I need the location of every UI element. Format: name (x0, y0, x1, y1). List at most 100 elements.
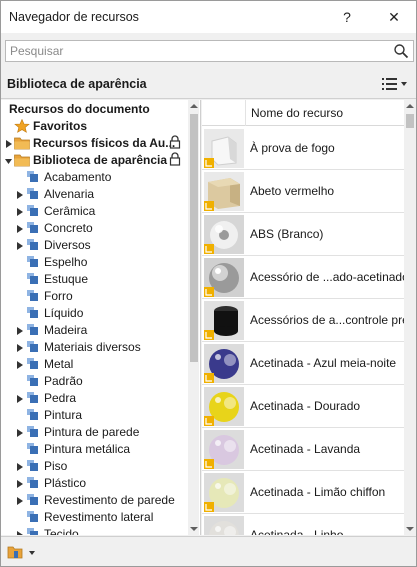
fireproof-thumbnail-icon (204, 129, 244, 168)
tree-item-label: Tecido (44, 526, 79, 536)
tree-item[interactable]: Alvenaria (1, 185, 187, 202)
tree-item[interactable]: Recursos do documento (1, 100, 187, 117)
expand-arrow-icon[interactable] (16, 342, 24, 352)
tree-item[interactable]: Pintura metálica (1, 440, 187, 457)
tree-item[interactable]: Concreto (1, 219, 187, 236)
expand-arrow-icon[interactable] (16, 495, 24, 505)
tree-item-label: Diversos (44, 237, 91, 252)
tree-item[interactable]: Padrão (1, 372, 187, 389)
tree-item-label: Concreto (44, 220, 93, 235)
scroll-down-arrow[interactable] (404, 523, 416, 535)
expand-arrow-icon[interactable] (16, 478, 24, 488)
list-view-icon (382, 78, 397, 90)
white-torus-thumbnail-icon (204, 215, 244, 254)
tree-item[interactable]: Espelho (1, 253, 187, 270)
tree-item-label: Madeira (44, 322, 88, 337)
tree-item[interactable]: Diversos (1, 236, 187, 253)
resource-scrollbar[interactable] (404, 100, 416, 535)
resource-row[interactable]: Abeto vermelho (202, 170, 404, 213)
close-button[interactable]: ✕ (372, 1, 416, 33)
tree-item-label: Piso (44, 458, 68, 473)
category-icon (25, 340, 41, 354)
tree-item[interactable]: Estuque (1, 270, 187, 287)
tree-item[interactable]: Revestimento de parede (1, 491, 187, 508)
tree-item[interactable]: Cerâmica (1, 202, 187, 219)
tree-item-label: Espelho (44, 254, 88, 269)
category-icon (25, 187, 41, 201)
expand-arrow-icon[interactable] (16, 427, 24, 437)
resource-scroll-thumb[interactable] (406, 114, 414, 128)
library-options-button[interactable] (7, 544, 37, 560)
tree-item[interactable]: Pedra (1, 389, 187, 406)
resource-row[interactable]: Acessórios de a...controle preto (202, 299, 416, 342)
resource-row[interactable]: Acetinada - Dourado (202, 385, 404, 428)
resource-row[interactable]: Acetinada - Limão chiffon (202, 471, 404, 514)
view-options-button[interactable] (380, 76, 408, 92)
tree-item[interactable]: Pintura (1, 406, 187, 423)
expand-arrow-icon[interactable] (16, 223, 24, 233)
name-column-header[interactable]: Nome do recurso (251, 106, 343, 120)
expand-arrow-icon[interactable] (16, 206, 24, 216)
tree-item[interactable]: Líquido (1, 304, 187, 321)
tree-item-label: Forro (44, 288, 73, 303)
resource-name: À prova de fogo (250, 141, 335, 155)
tree-item[interactable]: Favoritos (1, 117, 187, 134)
folder-icon (14, 136, 30, 150)
tree-item[interactable]: Acabamento (1, 168, 187, 185)
resource-row[interactable]: Acessório de ...ado-acetinado (202, 256, 409, 299)
chevron-down-icon (29, 551, 35, 555)
expand-arrow-icon[interactable] (16, 189, 24, 199)
tree-scroll-thumb[interactable] (190, 114, 198, 362)
search-input[interactable] (6, 41, 386, 61)
resource-name: Acetinada - Limão chiffon (250, 485, 386, 499)
resource-name: Acetinada - Dourado (250, 399, 361, 413)
category-icon (25, 323, 41, 337)
resource-row[interactable]: Acetinada - Azul meia-noite (202, 342, 404, 385)
tree-item[interactable]: Piso (1, 457, 187, 474)
resource-name: Acetinada - Azul meia-noite (250, 356, 397, 370)
tree-item[interactable]: Materiais diversos (1, 338, 187, 355)
tree-item[interactable]: Biblioteca de aparência (1, 151, 187, 168)
resource-row[interactable]: ABS (Branco) (202, 213, 404, 256)
tree-item-label: Favoritos (33, 118, 88, 133)
tree-item[interactable]: Tecido (1, 525, 187, 535)
expand-arrow-icon[interactable] (16, 325, 24, 335)
resource-row[interactable]: À prova de fogo (202, 127, 404, 170)
expand-arrow-icon[interactable] (16, 240, 24, 250)
yellow-ball-thumbnail-icon (204, 387, 244, 426)
collapse-arrow-icon[interactable] (5, 155, 13, 165)
scroll-up-arrow[interactable] (188, 100, 200, 112)
tree-item[interactable]: Pintura de parede (1, 423, 187, 440)
expand-arrow-icon[interactable] (16, 529, 24, 535)
expand-arrow-icon[interactable] (16, 393, 24, 403)
scroll-up-arrow[interactable] (404, 100, 416, 112)
expand-arrow-icon[interactable] (5, 138, 13, 148)
tree-scrollbar[interactable] (188, 100, 199, 535)
scroll-down-arrow[interactable] (188, 523, 200, 535)
section-header: Biblioteca de aparência (1, 69, 416, 99)
tree-item[interactable]: Plástico (1, 474, 187, 491)
resource-column-header[interactable]: Nome do recurso (202, 100, 404, 126)
category-icon (25, 425, 41, 439)
tree-item[interactable]: Madeira (1, 321, 187, 338)
tree-item[interactable]: Metal (1, 355, 187, 372)
category-icon (25, 493, 41, 507)
lock-icon (169, 152, 181, 166)
search-icon[interactable] (393, 43, 409, 59)
category-icon (25, 272, 41, 286)
expand-arrow-icon[interactable] (16, 461, 24, 471)
resource-name: Acessórios de a...controle preto (250, 313, 416, 327)
category-icon (25, 170, 41, 184)
help-button[interactable]: ? (325, 1, 369, 33)
tree-item[interactable]: Forro (1, 287, 187, 304)
tree-item[interactable]: Revestimento lateral (1, 508, 187, 525)
resource-row[interactable]: Acetinada - Linho (202, 514, 404, 535)
resource-row[interactable]: Acetinada - Lavanda (202, 428, 404, 471)
tree-item[interactable]: Recursos físicos da Au... (1, 134, 187, 151)
expand-arrow-icon[interactable] (16, 359, 24, 369)
